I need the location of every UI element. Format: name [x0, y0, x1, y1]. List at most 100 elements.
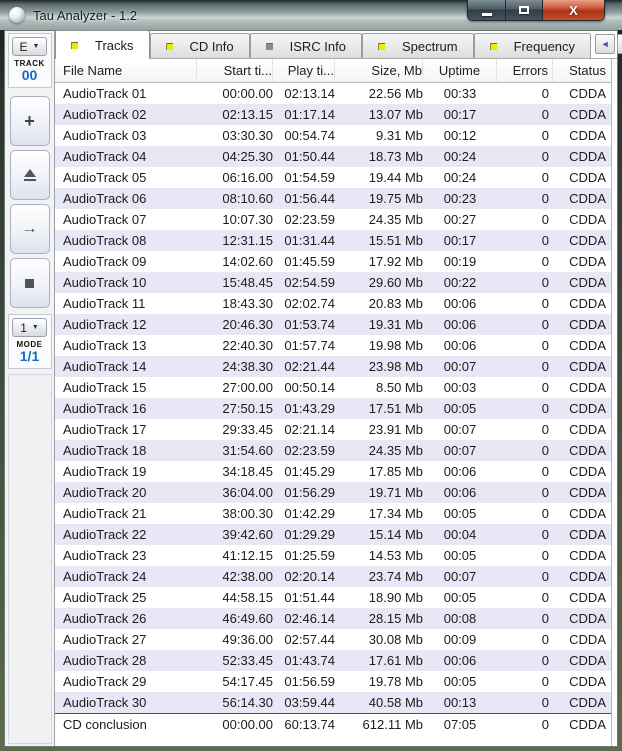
table-row[interactable]: AudioTrack 21 38:00.30 01:42.29 17.34 Mb 00:… [55, 503, 611, 524]
cell-start: 27:50.15 [222, 401, 273, 416]
summary-row[interactable]: CD conclusion 00:00.00 60:13.74 612.11 M… [55, 713, 611, 736]
cell-play: 02:21.14 [284, 422, 335, 437]
table-row[interactable]: AudioTrack 19 34:18.45 01:45.29 17.85 Mb 00:… [55, 461, 611, 482]
drive-letter: E [19, 39, 28, 54]
eject-button[interactable] [9, 150, 50, 200]
cell-play: 00:50.14 [284, 380, 335, 395]
cell-errors: 0 [541, 401, 549, 416]
window-content: E ▼ TRACK 00 + → 1 ▼ MODE 1/1 Tracks CD … [4, 30, 622, 747]
table-row[interactable]: AudioTrack 09 14:02.60 01:45.59 17.92 Mb 00:… [55, 251, 611, 272]
table-row[interactable]: AudioTrack 27 49:36.00 02:57.44 30.08 Mb 00:… [55, 629, 611, 650]
cell-status: CDDA [569, 506, 606, 521]
cell-file: AudioTrack 09 [63, 254, 147, 269]
tab-scroll-right-button[interactable]: ► [617, 34, 622, 54]
cell-file: AudioTrack 08 [63, 233, 147, 248]
table-row[interactable]: AudioTrack 12 20:46.30 01:53.74 19.31 Mb 00:… [55, 314, 611, 335]
table-row[interactable]: AudioTrack 11 18:43.30 02:02.74 20.83 Mb 00:… [55, 293, 611, 314]
minimize-button[interactable] [467, 0, 506, 21]
table-row[interactable]: AudioTrack 10 15:48.45 02:54.59 29.60 Mb 00:… [55, 272, 611, 293]
column-header-start[interactable]: Start ti... [197, 59, 273, 82]
cell-play: 02:13.14 [284, 86, 335, 101]
close-button[interactable]: X [543, 0, 605, 21]
cell-play: 01:56.29 [284, 485, 335, 500]
cell-file: AudioTrack 28 [63, 653, 147, 668]
tab-spectrum[interactable]: Spectrum [361, 33, 474, 58]
chevron-down-icon: ▼ [32, 43, 40, 50]
add-button[interactable]: + [9, 96, 50, 146]
cell-start: 34:18.45 [222, 464, 273, 479]
cell-uptime: 00:12 [443, 128, 477, 143]
table-row[interactable]: AudioTrack 20 36:04.00 01:56.29 19.71 Mb 00:… [55, 482, 611, 503]
cell-status: CDDA [569, 359, 606, 374]
table-row[interactable]: AudioTrack 28 52:33.45 01:43.74 17.61 Mb 00:… [55, 650, 611, 671]
cell-errors: 0 [541, 170, 549, 185]
cell-uptime: 00:27 [443, 212, 477, 227]
cell-start: 04:25.30 [222, 149, 273, 164]
cell-errors: 0 [541, 548, 549, 563]
table-row[interactable]: AudioTrack 08 12:31.15 01:31.44 15.51 Mb 00:… [55, 230, 611, 251]
table-row[interactable]: AudioTrack 16 27:50.15 01:43.29 17.51 Mb 00:… [55, 398, 611, 419]
cell-uptime: 00:06 [443, 464, 477, 479]
table-row[interactable]: AudioTrack 15 27:00.00 00:50.14 8.50 Mb 00:0… [55, 377, 611, 398]
mode-select-dropdown[interactable]: 1 ▼ [12, 318, 47, 337]
table-row[interactable]: AudioTrack 02 02:13.15 01:17.14 13.07 Mb 00:… [55, 104, 611, 125]
title-bar[interactable]: Tau Analyzer - 1.2 X [0, 0, 622, 30]
table-row[interactable]: AudioTrack 25 44:58.15 01:51.44 18.90 Mb 00:… [55, 587, 611, 608]
column-header-errors[interactable]: Errors [497, 59, 553, 82]
table-row[interactable]: AudioTrack 01 00:00.00 02:13.14 22.56 Mb 00:… [55, 83, 611, 104]
column-header-uptime[interactable]: Uptime [423, 59, 497, 82]
cell-status: CDDA [569, 170, 606, 185]
tab-frequency[interactable]: Frequency [473, 33, 592, 58]
column-header-play[interactable]: Play ti... [273, 59, 335, 82]
cell-size: 23.91 Mb [368, 422, 423, 437]
tab-scroll-left-button[interactable]: ◄ [595, 34, 616, 54]
tab-tracks[interactable]: Tracks [55, 30, 150, 59]
cell-file: AudioTrack 06 [63, 191, 147, 206]
cell-play: 01:56.59 [284, 674, 335, 689]
stop-button[interactable] [9, 258, 50, 308]
cell-errors: 0 [541, 380, 549, 395]
table-row[interactable]: AudioTrack 17 29:33.45 02:21.14 23.91 Mb 00:… [55, 419, 611, 440]
tab-cd-info[interactable]: CD Info [149, 33, 250, 58]
table-row[interactable]: AudioTrack 29 54:17.45 01:56.59 19.78 Mb 00:… [55, 671, 611, 692]
track-number-value: 00 [21, 67, 38, 83]
table-row[interactable]: AudioTrack 18 31:54.60 02:23.59 24.35 Mb 00:… [55, 440, 611, 461]
table-row[interactable]: AudioTrack 26 46:49.60 02:46.14 28.15 Mb 00:… [55, 608, 611, 629]
cell-size: 17.51 Mb [368, 401, 423, 416]
cell-uptime: 00:19 [443, 254, 477, 269]
cell-uptime: 00:17 [443, 107, 477, 122]
table-row[interactable]: AudioTrack 14 24:38.30 02:21.44 23.98 Mb 00:… [55, 356, 611, 377]
cell-start: 39:42.60 [222, 527, 273, 542]
cell-file: AudioTrack 11 [63, 296, 146, 311]
table-row[interactable]: AudioTrack 13 22:40.30 01:57.74 19.98 Mb 00:… [55, 335, 611, 356]
table-row[interactable]: AudioTrack 07 10:07.30 02:23.59 24.35 Mb 00:… [55, 209, 611, 230]
cell-size: 24.35 Mb [368, 212, 423, 227]
tab-isrc-info[interactable]: ISRC Info [249, 33, 362, 58]
table-row[interactable]: AudioTrack 04 04:25.30 01:50.44 18.73 Mb 00:… [55, 146, 611, 167]
tab-bar: Tracks CD Info ISRC Info Spectrum Frequency … [55, 30, 622, 59]
tab-indicator-icon [377, 42, 385, 50]
column-header-file[interactable]: File Name [55, 59, 197, 82]
tab-label: Spectrum [401, 38, 458, 54]
cell-errors: 0 [541, 191, 549, 206]
cell-play: 02:23.59 [284, 212, 335, 227]
table-row[interactable]: AudioTrack 22 39:42.60 01:29.29 15.14 Mb 00:… [55, 524, 611, 545]
cell-start: 52:33.45 [222, 653, 273, 668]
cell-status: CDDA [569, 191, 606, 206]
start-analysis-button[interactable]: → [9, 204, 50, 254]
table-row[interactable]: AudioTrack 23 41:12.15 01:25.59 14.53 Mb 00:… [55, 545, 611, 566]
column-header-status[interactable]: Status [553, 59, 611, 82]
table-row[interactable]: AudioTrack 24 42:38.00 02:20.14 23.74 Mb 00:… [55, 566, 611, 587]
cell-play: 02:57.44 [284, 632, 335, 647]
maximize-button[interactable] [506, 0, 543, 21]
cell-size: 19.78 Mb [368, 674, 423, 689]
drive-select-dropdown[interactable]: E ▼ [12, 37, 47, 56]
table-row[interactable]: AudioTrack 03 03:30.30 00:54.74 9.31 Mb 00:1… [55, 125, 611, 146]
cell-errors: 0 [541, 212, 549, 227]
column-header-size[interactable]: Size, Mb [335, 59, 423, 82]
table-row[interactable]: AudioTrack 06 08:10.60 01:56.44 19.75 Mb 00:… [55, 188, 611, 209]
table-row[interactable]: AudioTrack 30 56:14.30 03:59.44 40.58 Mb 00:… [55, 692, 611, 713]
table-row[interactable]: AudioTrack 05 06:16.00 01:54.59 19.44 Mb 00:… [55, 167, 611, 188]
cell-errors: 0 [541, 86, 549, 101]
cell-status: CDDA [569, 296, 606, 311]
